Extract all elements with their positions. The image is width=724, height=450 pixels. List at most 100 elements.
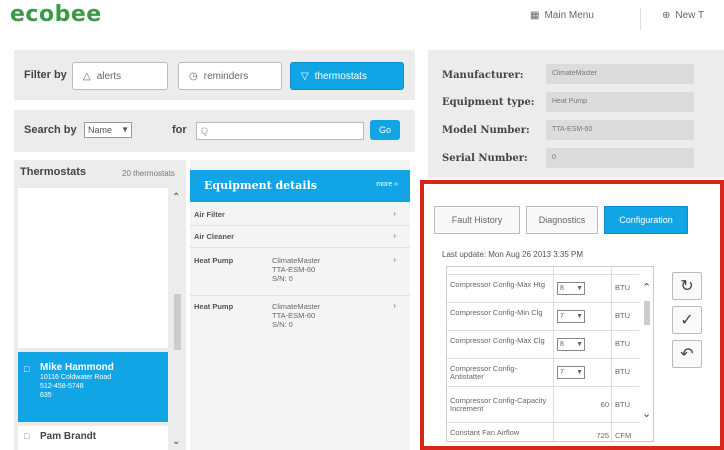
configuration-table: Compressor Config-Max Htg 8 ▼ BTU Compres…	[446, 266, 654, 442]
serial-number-field[interactable]: 0	[546, 148, 694, 168]
chevron-up-icon[interactable]: ⌃	[172, 192, 180, 203]
config-select[interactable]: 7 ▼	[557, 310, 585, 323]
tab-configuration[interactable]: Configuration	[604, 206, 688, 234]
apply-button[interactable]: ✓	[672, 306, 702, 334]
search-go-button[interactable]: Go	[370, 120, 400, 140]
config-unit: CFM	[615, 431, 632, 440]
equipment-name: Heat Pump	[194, 302, 234, 311]
equipment-row[interactable]: Air Cleaner ›	[190, 228, 410, 248]
more-link[interactable]: more »	[376, 181, 398, 188]
scrollbar-thumb[interactable]	[174, 294, 181, 350]
search-field-select[interactable]: Name ▼	[84, 122, 132, 138]
chevron-down-icon: ▼	[576, 285, 583, 292]
chevron-right-icon: ›	[393, 255, 396, 264]
equipment-model: TTA-ESM-60	[272, 265, 316, 274]
config-unit: BTU	[615, 400, 630, 409]
table-row: Compressor Config-Max Clg 8 ▼ BTU	[447, 331, 639, 359]
filter-reminders-button[interactable]: ◷ reminders	[178, 62, 282, 90]
manufacturer-label: Manufacturer:	[442, 70, 524, 81]
equipment-type-field[interactable]: Heat Pump	[546, 92, 694, 112]
clock-icon: ◷	[189, 70, 198, 82]
config-unit: BTU	[615, 339, 630, 348]
chevron-down-icon[interactable]: ⌄	[172, 436, 180, 447]
checkmark-icon: ✓	[680, 310, 694, 329]
equipment-detail-panel: Manufacturer: ClimateMaster Equipment ty…	[428, 50, 724, 178]
table-row: Constant Fan Airflow 725 CFM	[447, 423, 639, 441]
config-select[interactable]: 7 ▼	[557, 366, 585, 379]
config-label: Compressor Config-Capacity Increment	[450, 396, 547, 413]
search-select-value: Name	[88, 125, 113, 135]
main-menu-button[interactable]: ▦ Main Menu	[530, 10, 594, 21]
filter-alerts-button[interactable]: △ alerts	[72, 62, 168, 90]
equipment-row[interactable]: Air Filter ›	[190, 206, 410, 226]
config-value-input[interactable]: 725	[559, 431, 609, 440]
ecobee-logo[interactable]: ecobee	[10, 2, 102, 27]
equipment-title: Equipment details	[204, 179, 317, 192]
search-by-label: Search by	[24, 124, 77, 136]
refresh-button[interactable]: ↻	[672, 272, 702, 300]
equipment-name: Heat Pump	[194, 256, 234, 265]
chevron-down-icon: ▼	[576, 369, 583, 376]
search-input[interactable]: Q	[196, 122, 364, 140]
thermostat-phone: 512-458-5748	[40, 383, 84, 390]
serial-number-label: Serial Number:	[442, 153, 528, 164]
thermostats-title: Thermostats	[20, 166, 87, 178]
equipment-info: ClimateMaster TTA-ESM-60 S/N: 0	[272, 302, 320, 329]
manufacturer-field[interactable]: ClimateMaster	[546, 64, 694, 84]
refresh-icon: ↻	[680, 276, 694, 295]
chevron-down-icon: ▼	[576, 313, 583, 320]
table-row: Compressor Config-Min Clg 7 ▼ BTU	[447, 303, 639, 331]
model-number-field[interactable]: TTA-ESM-60	[546, 120, 694, 140]
equipment-serial: S/N: 0	[272, 320, 293, 329]
config-value-input[interactable]: 60	[559, 400, 609, 409]
thermostat-name: Mike Hammond	[40, 362, 114, 373]
scrollbar-thumb[interactable]	[644, 301, 650, 325]
warning-icon: △	[83, 70, 91, 82]
equipment-row[interactable]: Heat Pump ClimateMaster TTA-ESM-60 S/N: …	[190, 252, 410, 296]
filter-alerts-label: alerts	[96, 70, 122, 82]
equipment-type-label: Equipment type:	[442, 97, 535, 108]
config-select-value: 8	[560, 341, 564, 348]
config-label: Compressor Config-Min Clg	[450, 308, 543, 317]
last-update-text: Last update: Mon Aug 26 2013 3:35 PM	[442, 250, 583, 259]
config-label: Compressor Config-Max Clg	[450, 336, 545, 345]
filter-label: Filter by	[24, 69, 67, 81]
equipment-panel: Equipment details more » Air Filter › Ai…	[190, 160, 410, 450]
thermostat-list[interactable]	[18, 188, 168, 348]
app-header: ecobee ▦ Main Menu ⊕ New T	[0, 0, 724, 46]
for-label: for	[172, 124, 187, 136]
configuration-panel: Fault History Diagnostics Configuration …	[420, 180, 724, 450]
table-row: Compressor Config-Antistatter 7 ▼ BTU	[447, 359, 639, 387]
config-select-value: 8	[560, 285, 564, 292]
thermostat-item[interactable]: □ Pam Brandt	[18, 426, 168, 450]
chevron-right-icon: ›	[393, 301, 396, 310]
filter-panel: Filter by △ alerts ◷ reminders ▽ thermos…	[14, 50, 415, 100]
filter-thermostats-button[interactable]: ▽ thermostats	[290, 62, 404, 90]
thermostat-scrollbar[interactable]: ⌃ ⌄	[172, 188, 182, 450]
equipment-row[interactable]: Heat Pump ClimateMaster TTA-ESM-60 S/N: …	[190, 298, 410, 342]
undo-button[interactable]: ↶	[672, 340, 702, 368]
chevron-down-icon: ▼	[121, 125, 129, 134]
new-thermostat-button[interactable]: ⊕ New T	[662, 10, 704, 21]
config-select[interactable]: 8 ▼	[557, 282, 585, 295]
grid-icon: ▦	[530, 10, 540, 21]
chevron-down-icon: ▼	[576, 341, 583, 348]
chevron-down-icon[interactable]: ⌄	[642, 407, 651, 420]
chevron-right-icon: ›	[393, 231, 396, 240]
equipment-info: ClimateMaster TTA-ESM-60 S/N: 0	[272, 256, 320, 283]
equipment-model: TTA-ESM-60	[272, 311, 316, 320]
config-label: Compressor Config-Max Htg	[450, 280, 546, 289]
equipment-header: Equipment details more »	[190, 170, 410, 202]
thermostat-item-selected[interactable]: □ Mike Hammond 10116 Coldwater Road 512-…	[18, 352, 168, 422]
tab-fault-history[interactable]: Fault History	[434, 206, 520, 234]
chevron-right-icon: ›	[393, 209, 396, 218]
config-select-value: 7	[560, 369, 564, 376]
config-select[interactable]: 8 ▼	[557, 338, 585, 351]
config-scrollbar[interactable]: ⌃ ⌄	[640, 267, 653, 441]
config-unit: BTU	[615, 283, 630, 292]
tab-diagnostics[interactable]: Diagnostics	[526, 206, 598, 234]
equipment-manufacturer: ClimateMaster	[272, 302, 321, 311]
chevron-up-icon[interactable]: ⌃	[642, 281, 651, 294]
config-label: Constant Fan Airflow	[450, 428, 520, 437]
thermostat-icon: □	[24, 431, 30, 441]
